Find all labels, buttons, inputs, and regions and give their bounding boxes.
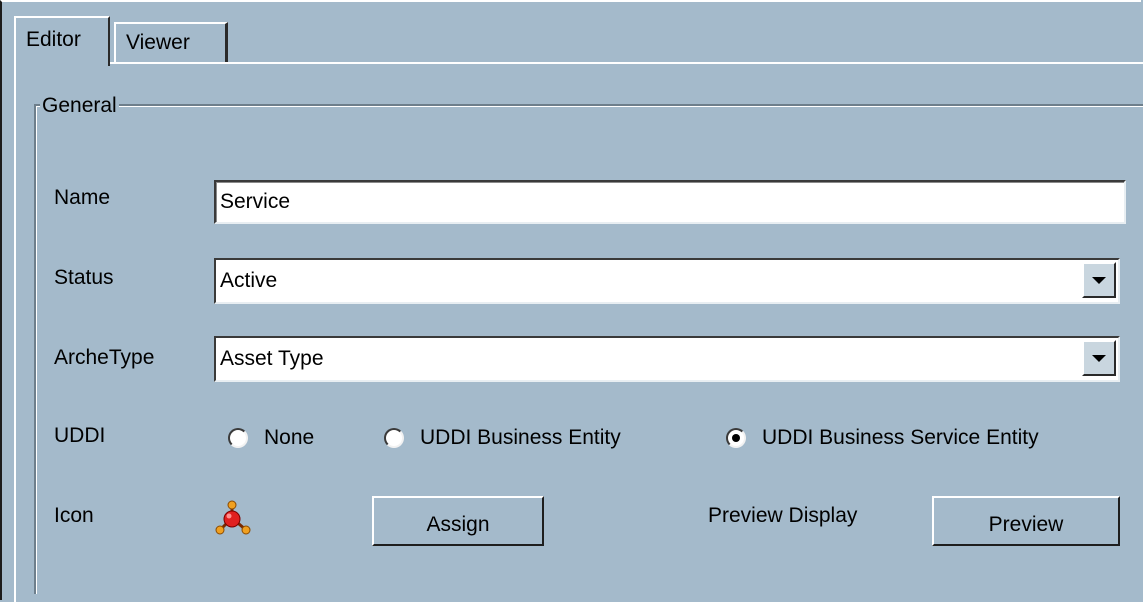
assign-button[interactable]: Assign (372, 496, 544, 546)
name-field[interactable]: Service (214, 180, 1126, 224)
preview-display-label: Preview Display (708, 504, 858, 527)
molecule-icon (214, 500, 254, 536)
status-dropdown[interactable]: Active (214, 258, 1120, 304)
radio-circle[interactable] (228, 428, 248, 448)
tab-viewer[interactable]: Viewer (114, 22, 228, 62)
status-dropdown-button[interactable] (1082, 262, 1116, 298)
icon-label: Icon (54, 504, 94, 527)
chevron-down-icon (1092, 354, 1106, 362)
status-label: Status (54, 266, 114, 289)
radio-uddi-business-entity-label: UDDI Business Entity (420, 426, 621, 449)
name-value: Service (216, 182, 1124, 222)
radio-uddi-business-service-entity[interactable]: UDDI Business Service Entity (726, 426, 1039, 450)
name-label: Name (54, 186, 111, 209)
chevron-down-icon (1092, 276, 1106, 284)
tab-editor[interactable]: Editor (14, 16, 110, 66)
archetype-dropdown-button[interactable] (1082, 340, 1116, 376)
archetype-value: Asset Type (220, 347, 324, 370)
radio-none[interactable]: None (228, 426, 314, 450)
radio-circle-checked[interactable] (726, 428, 746, 448)
uddi-label: UDDI (54, 424, 106, 447)
radio-none-label: None (264, 426, 315, 449)
tab-strip: Editor Viewer (14, 16, 244, 66)
status-value: Active (220, 269, 278, 292)
group-title: General (40, 94, 119, 118)
archetype-dropdown[interactable]: Asset Type (214, 336, 1120, 382)
preview-button[interactable]: Preview (932, 496, 1120, 546)
archetype-label: ArcheType (54, 346, 155, 369)
radio-uddi-business-service-entity-label: UDDI Business Service Entity (762, 426, 1039, 449)
radio-circle[interactable] (384, 428, 404, 448)
radio-uddi-business-entity[interactable]: UDDI Business Entity (384, 426, 621, 450)
